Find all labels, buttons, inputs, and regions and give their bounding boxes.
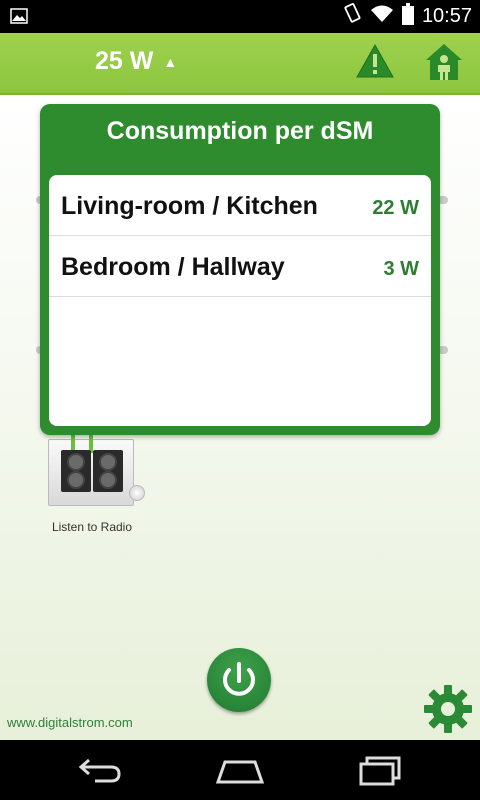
website-link[interactable]: www.digitalstrom.com [7, 715, 133, 730]
room-watts: 3 W [383, 258, 419, 280]
consumption-popup: Consumption per dSM Living-room / Kitche… [40, 104, 440, 435]
list-item[interactable]: Living-room / Kitchen 22 W [49, 175, 431, 236]
home-icon [215, 760, 265, 784]
room-name: Bedroom / Hallway [61, 253, 285, 281]
back-button[interactable] [75, 752, 125, 788]
vibrate-icon [342, 3, 362, 30]
home-button[interactable] [215, 752, 265, 788]
room-name: Living-room / Kitchen [61, 192, 318, 220]
back-icon [78, 758, 121, 783]
room-watts: 22 W [372, 197, 419, 219]
warning-icon [356, 43, 394, 78]
clock: 10:57 [421, 5, 472, 27]
warning-button[interactable] [356, 43, 394, 79]
popup-title: Consumption per dSM [106, 117, 374, 145]
knob-icon [129, 485, 145, 501]
speaker-cone [67, 471, 85, 489]
speaker-left [61, 450, 91, 492]
consumption-list: Living-room / Kitchen 22 W Bedroom / Hal… [49, 175, 431, 426]
tile-label: Listen to Radio [51, 520, 133, 534]
speaker-cone [99, 453, 117, 471]
recents-button[interactable] [355, 752, 405, 788]
navigation-bar [0, 740, 480, 800]
battery-icon [401, 3, 414, 30]
triangle-up-icon: ▲ [163, 53, 178, 70]
recents-icon [359, 756, 401, 786]
gallery-icon [10, 8, 28, 29]
speaker-right [93, 450, 123, 492]
speaker-cone [99, 471, 117, 489]
gear-icon [424, 685, 472, 733]
wifi-icon [370, 4, 394, 29]
home-person-button[interactable] [424, 42, 464, 82]
status-bar: 10:57 [0, 0, 480, 33]
power-icon [223, 662, 255, 696]
speaker-cone [67, 453, 85, 471]
list-item[interactable]: Bedroom / Hallway 3 W [49, 236, 431, 297]
speakers-icon [48, 435, 145, 506]
listen-to-radio-tile[interactable]: Listen to Radio [44, 434, 145, 534]
home-person-icon [426, 44, 462, 80]
power-button[interactable] [207, 648, 271, 712]
app-bar: 25 W ▲ [0, 33, 480, 95]
power-reading-button[interactable]: 25 W ▲ [95, 47, 177, 76]
power-reading-value: 25 W [95, 47, 154, 75]
settings-button[interactable] [422, 683, 474, 735]
